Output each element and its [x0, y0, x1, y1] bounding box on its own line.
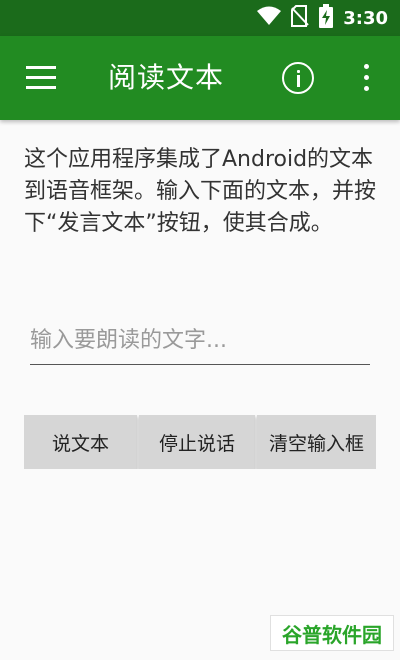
watermark: 谷普软件园 — [270, 615, 394, 651]
description-text: 这个应用程序集成了Android的文本到语音框架。输入下面的文本，并按下“发言文… — [24, 147, 377, 236]
wifi-icon — [257, 6, 282, 30]
status-time: 3:30 — [343, 7, 388, 29]
no-sim-icon — [291, 5, 309, 31]
stop-speaking-button[interactable]: 停止说话 — [139, 415, 255, 469]
hamburger-menu-icon[interactable] — [24, 64, 58, 92]
battery-charging-icon — [319, 4, 334, 32]
app-bar: 阅读文本 — [0, 36, 400, 120]
more-vert-icon[interactable] — [358, 62, 374, 94]
text-input[interactable] — [30, 318, 370, 362]
info-icon[interactable] — [282, 62, 314, 94]
speak-text-button[interactable]: 说文本 — [24, 415, 137, 469]
button-row: 说文本 停止说话 清空输入框 — [24, 415, 376, 469]
screen: 3:30 阅读文本 这个应用程序集成了Android的文本到语音框架。输入下面的… — [0, 0, 400, 660]
status-bar: 3:30 — [0, 0, 400, 36]
text-input-field — [30, 318, 370, 365]
clear-input-button[interactable]: 清空输入框 — [257, 415, 376, 469]
app-title: 阅读文本 — [108, 61, 225, 94]
